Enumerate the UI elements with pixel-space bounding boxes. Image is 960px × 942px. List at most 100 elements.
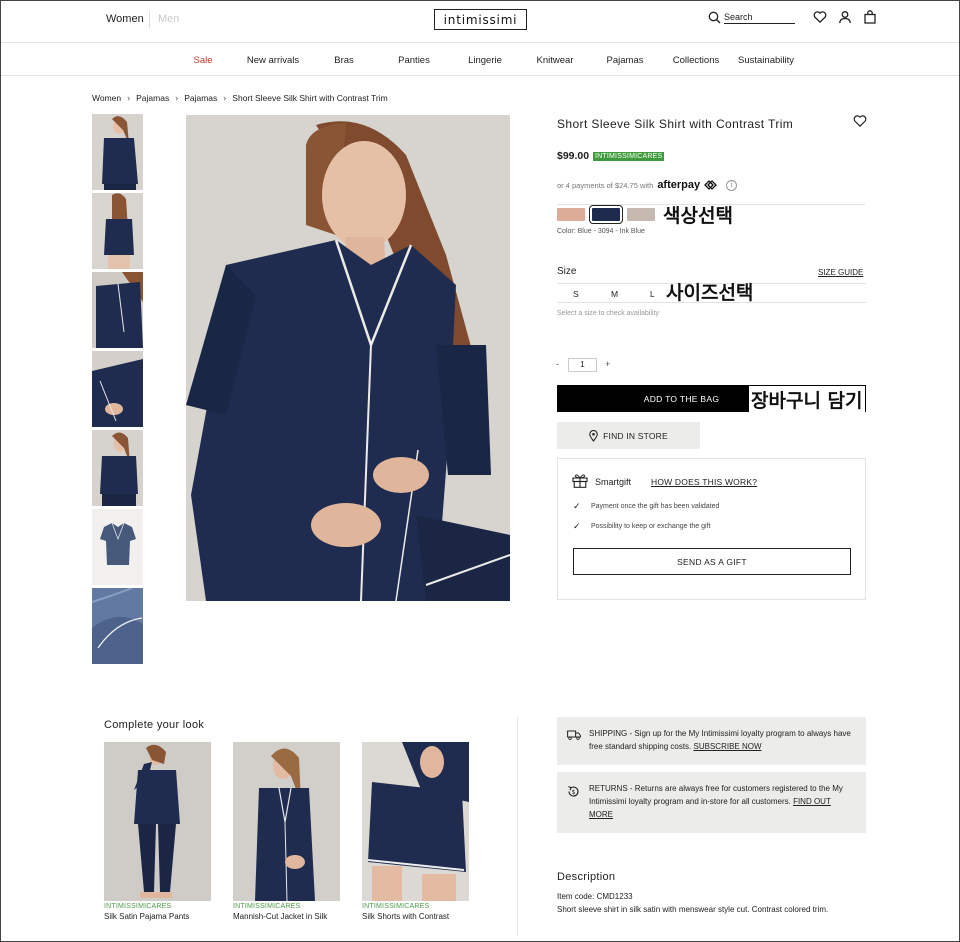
nav-item-new-arrivals[interactable]: New arrivals <box>247 55 299 66</box>
size-option-m[interactable]: M <box>611 289 618 299</box>
afterpay-text: or 4 payments of $24.75 with <box>557 180 654 190</box>
returns-cycle-icon: $ <box>568 786 579 797</box>
look-item-name[interactable]: Silk Satin Pajama Pants <box>104 912 211 921</box>
look-item-shorts[interactable]: INTIMISSIMICARES Silk Shorts with Contra… <box>362 742 469 921</box>
look-item-name[interactable]: Mannish-Cut Jacket in Silk <box>233 912 340 921</box>
gift-benefit-1: Payment once the gift has been validated <box>591 503 720 510</box>
smartgift-title: Smartgift <box>595 477 632 487</box>
product-thumbnail-3[interactable] <box>92 272 143 348</box>
product-price: $99.00 <box>557 150 590 162</box>
size-hint: Select a size to check availability <box>557 310 659 317</box>
returns-info-card: $ RETURNS - Returns are always free for … <box>557 772 866 833</box>
nav-item-bras[interactable]: Bras <box>334 55 354 66</box>
svg-text:$: $ <box>572 789 576 796</box>
look-item-name[interactable]: Silk Shorts with Contrast <box>362 912 469 921</box>
find-in-store-label: FIND IN STORE <box>603 430 668 441</box>
quantity-input[interactable]: 1 <box>568 358 597 372</box>
look-item-image[interactable] <box>362 742 469 901</box>
complete-look-heading: Complete your look <box>104 719 205 731</box>
product-thumbnail-2[interactable] <box>92 193 143 269</box>
annotation-color-select: 색상선택 <box>663 205 733 227</box>
description-heading: Description <box>557 871 616 883</box>
look-item-brand: INTIMISSIMICARES <box>104 903 172 910</box>
brand-logo[interactable]: intimissimi <box>434 9 527 30</box>
size-heading: Size <box>557 266 577 277</box>
nav-item-knitwear[interactable]: Knitwear <box>537 55 574 66</box>
breadcrumb-current: Short Sleeve Silk Shirt with Contrast Tr… <box>232 93 388 103</box>
afterpay-arrows-icon <box>704 180 718 190</box>
shipping-info-card: SHIPPING - Sign up for the My Intimissim… <box>557 717 866 765</box>
look-item-brand: INTIMISSIMICARES <box>362 903 430 910</box>
afterpay-logo: afterpay <box>657 179 701 191</box>
gift-benefit-2: Possibility to keep or exchange the gift <box>591 523 711 530</box>
breadcrumb-chevron-icon: › <box>127 93 131 103</box>
checkmark-icon: ✓ <box>573 501 581 511</box>
add-to-bag-label: ADD TO THE BAG <box>643 393 720 404</box>
breadcrumb: Women › Pajamas › Pajamas › Short Sleeve… <box>92 93 388 103</box>
nav-item-sale[interactable]: Sale <box>193 55 212 66</box>
color-label: Color: Blue - 3094 - Ink Blue <box>557 228 645 235</box>
info-icon[interactable]: i <box>726 179 738 191</box>
location-pin-icon <box>589 429 598 442</box>
nav-item-collections[interactable]: Collections <box>673 55 719 66</box>
nav-item-lingerie[interactable]: Lingerie <box>468 55 502 66</box>
product-thumbnail-1[interactable] <box>92 114 143 190</box>
account-user-icon[interactable] <box>838 10 852 24</box>
nav-item-panties[interactable]: Panties <box>398 55 430 66</box>
look-item-image[interactable] <box>104 742 211 901</box>
returns-label: RETURNS <box>589 784 628 793</box>
gift-box-icon <box>572 474 588 488</box>
delivery-truck-icon <box>567 730 581 740</box>
shopping-bag-icon[interactable] <box>863 10 877 24</box>
size-option-l[interactable]: L <box>650 289 655 299</box>
find-in-store-button[interactable]: FIND IN STORE <box>557 422 700 449</box>
color-swatch-ink-blue[interactable] <box>589 205 623 224</box>
look-item-jacket[interactable]: INTIMISSIMICARES Mannish-Cut Jacket in S… <box>233 742 340 921</box>
main-product-image[interactable] <box>186 115 510 601</box>
size-guide-link[interactable]: SIZE GUIDE <box>818 268 863 277</box>
how-does-this-work-link[interactable]: HOW DOES THIS WORK? <box>651 477 757 487</box>
women-tab[interactable]: Women <box>106 13 144 25</box>
look-item-brand: INTIMISSIMICARES <box>233 903 301 910</box>
product-title: Short Sleeve Silk Shirt with Contrast Tr… <box>557 117 794 131</box>
description-text: Short sleeve shirt in silk satin with me… <box>557 905 829 914</box>
wishlist-heart-icon[interactable] <box>813 10 827 24</box>
search-input[interactable] <box>724 11 795 24</box>
size-option-s[interactable]: S <box>573 289 579 299</box>
nav-item-pajamas[interactable]: Pajamas <box>607 55 644 66</box>
add-to-wishlist-heart-icon[interactable] <box>853 114 867 128</box>
header: Women Men intimissimi <box>1 1 959 43</box>
product-thumbnail-6[interactable] <box>92 509 143 585</box>
breadcrumb-pajamas-sub[interactable]: Pajamas <box>184 93 217 103</box>
shipping-label: SHIPPING <box>589 729 628 738</box>
breadcrumb-pajamas[interactable]: Pajamas <box>136 93 169 103</box>
look-item-image[interactable] <box>233 742 340 901</box>
smartgift-panel: Smartgift HOW DOES THIS WORK? ✓ Payment … <box>557 458 866 600</box>
breadcrumb-chevron-icon: › <box>175 93 179 103</box>
item-code: Item code: CMD1233 <box>557 892 633 901</box>
subscribe-now-link[interactable]: SUBSCRIBE NOW <box>694 742 762 751</box>
nav-item-sustainability[interactable]: Sustainability <box>738 55 794 66</box>
color-swatch-taupe[interactable] <box>627 208 655 221</box>
product-thumbnail-5[interactable] <box>92 430 143 506</box>
product-thumbnail-4[interactable] <box>92 351 143 427</box>
search-icon[interactable] <box>708 11 721 24</box>
section-divider <box>517 716 518 936</box>
quantity-increase-button[interactable]: + <box>605 359 610 369</box>
look-item-pants[interactable]: INTIMISSIMICARES Silk Satin Pajama Pants <box>104 742 211 921</box>
color-swatch-pink[interactable] <box>557 208 585 221</box>
product-thumbnail-7[interactable] <box>92 588 143 664</box>
annotation-size-select: 사이즈선택 <box>666 282 754 304</box>
afterpay-installments: or 4 payments of $24.75 with afterpay i <box>557 179 738 191</box>
main-nav: Sale New arrivals Bras Panties Lingerie … <box>1 44 959 76</box>
search-box[interactable] <box>708 11 795 25</box>
men-tab[interactable]: Men <box>158 13 179 25</box>
breadcrumb-women[interactable]: Women <box>92 93 121 103</box>
breadcrumb-chevron-icon: › <box>223 93 227 103</box>
intimissimicares-badge: INTIMISSIMICARES <box>593 152 665 161</box>
gender-divider <box>149 11 150 28</box>
checkmark-icon: ✓ <box>573 521 581 531</box>
quantity-decrease-button[interactable]: - <box>556 359 559 369</box>
send-as-gift-button[interactable]: SEND AS A GIFT <box>573 548 851 575</box>
annotation-add-to-cart: 장바구니 담기 <box>749 386 865 413</box>
